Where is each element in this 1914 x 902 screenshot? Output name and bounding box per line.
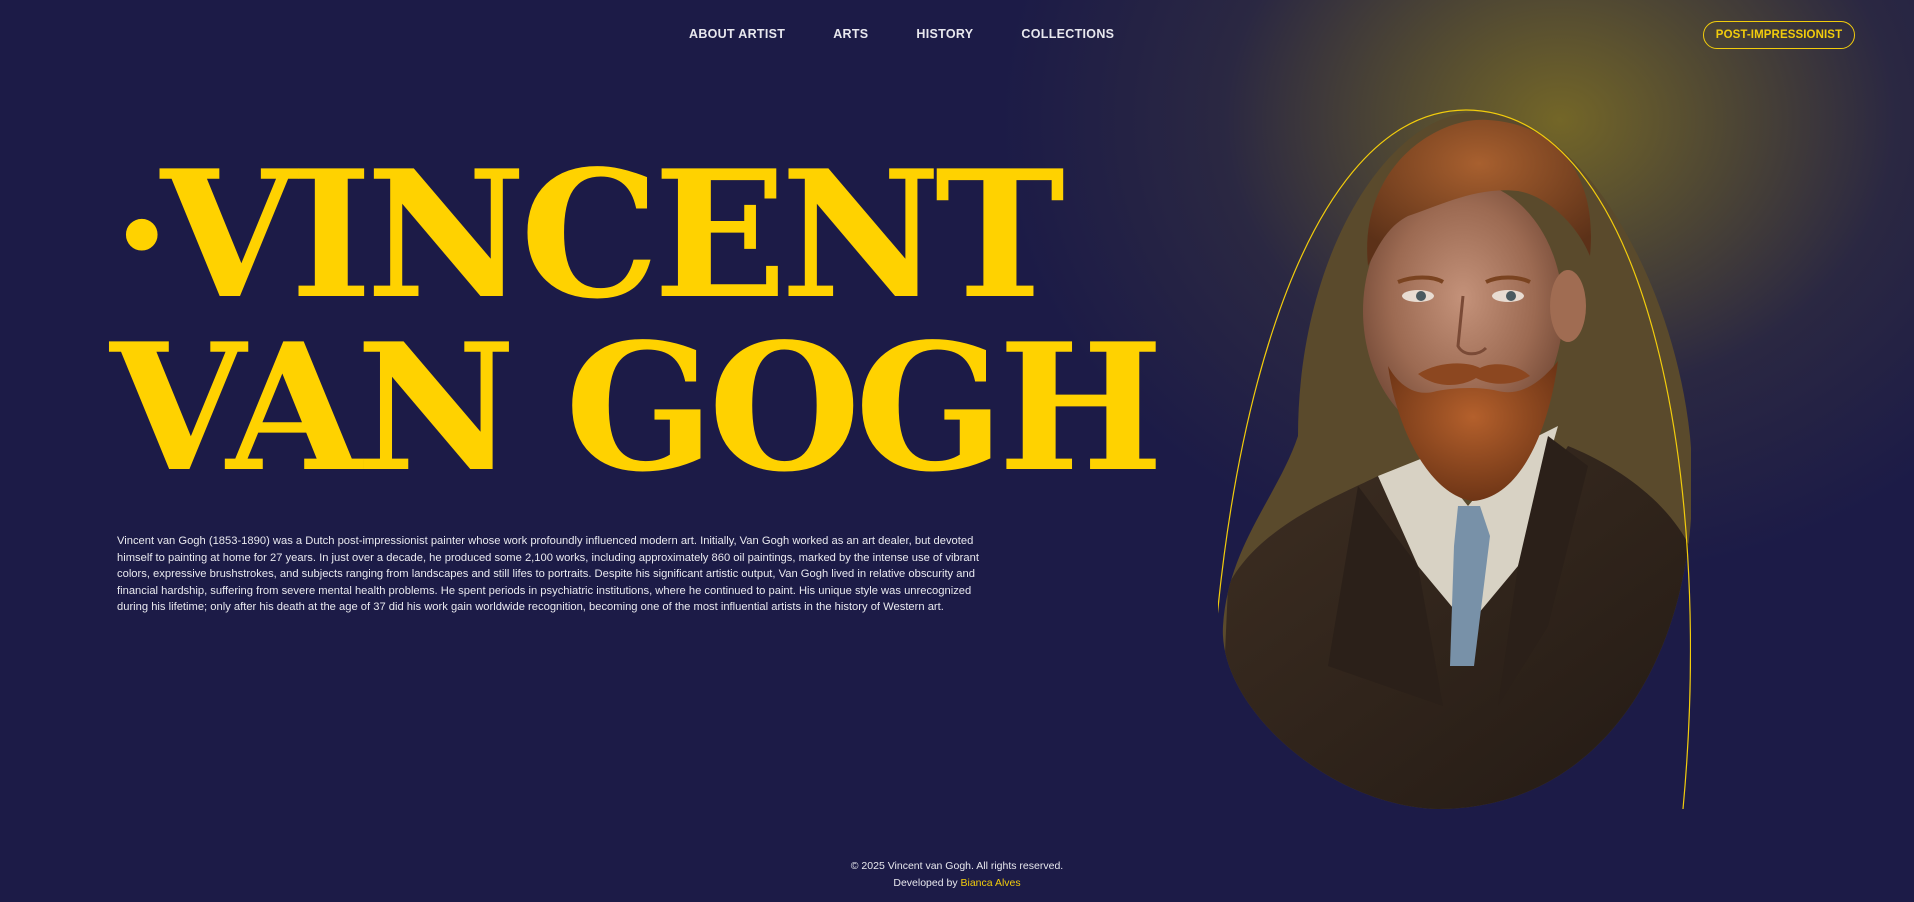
developer-credit: Developed by Bianca Alves <box>0 875 1914 892</box>
nav-arts[interactable]: ARTS <box>833 27 868 41</box>
portrait-clip <box>1222 111 1691 809</box>
main-nav: ABOUT ARTIST ARTS HISTORY COLLECTIONS <box>689 27 1114 41</box>
hero-title: •VINCENT VAN GOGH <box>110 148 1164 511</box>
developer-link[interactable]: Bianca Alves <box>961 877 1021 889</box>
copyright-text: © 2025 Vincent van Gogh. All rights rese… <box>850 860 1064 872</box>
title-bullet: • <box>113 184 170 290</box>
portrait-container <box>1218 106 1691 809</box>
hero-title-line-1: •VINCENT <box>113 148 1158 323</box>
portrait-image <box>1218 109 1691 809</box>
nav-about-artist[interactable]: ABOUT ARTIST <box>689 27 785 41</box>
hero-title-line-2: VAN GOGH <box>110 306 1164 511</box>
nav-collections[interactable]: COLLECTIONS <box>1021 27 1114 41</box>
post-impressionist-button[interactable]: POST-IMPRESSIONIST <box>1703 21 1855 49</box>
artist-bio: Vincent van Gogh (1853-1890) was a Dutch… <box>117 535 979 613</box>
footer: © 2025 Vincent van Gogh. All rights rese… <box>0 858 1914 892</box>
developed-by-label: Developed by <box>893 877 958 889</box>
nav-history[interactable]: HISTORY <box>916 27 973 41</box>
